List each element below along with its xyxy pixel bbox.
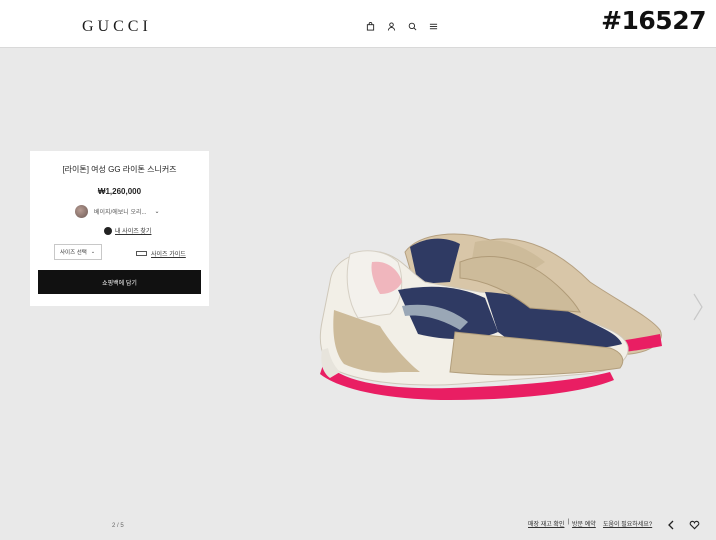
menu-icon[interactable] bbox=[429, 22, 438, 31]
gucci-logo[interactable]: GUCCI bbox=[82, 18, 152, 36]
product-image bbox=[319, 233, 662, 400]
size-guide-link[interactable]: 사이즈 가이드 bbox=[136, 249, 186, 258]
store-stock-link[interactable]: 매장 재고 확인 bbox=[528, 519, 564, 528]
next-image-arrow-icon[interactable] bbox=[692, 292, 704, 322]
help-link[interactable]: 도움이 필요하세요? bbox=[603, 519, 652, 528]
size-select-dropdown[interactable]: 사이즈 선택 ⌄ bbox=[54, 244, 102, 260]
size-select-label: 사이즈 선택 bbox=[60, 250, 87, 256]
chevron-down-icon: ⌄ bbox=[154, 209, 160, 215]
size-finder-link[interactable]: 내 사이즈 찾기 bbox=[104, 226, 151, 235]
color-selector[interactable]: 베이지/에보니 오리... ⌄ bbox=[75, 205, 160, 218]
visit-booking-link[interactable]: 방문 예약 bbox=[572, 519, 596, 528]
color-label: 베이지/에보니 오리... bbox=[94, 210, 147, 216]
product-info-panel: [라이톤] 여성 GG 라이톤 스니커즈 ₩1,260,000 베이지/에보니 … bbox=[30, 151, 209, 306]
color-swatch[interactable] bbox=[75, 205, 88, 218]
chevron-down-icon: ⌄ bbox=[90, 249, 96, 255]
header-nav-icons bbox=[366, 22, 438, 31]
heart-icon[interactable] bbox=[689, 520, 700, 530]
product-title: [라이톤] 여성 GG 라이톤 스니커즈 bbox=[62, 165, 177, 174]
size-guide-label: 사이즈 가이드 bbox=[151, 252, 186, 258]
add-to-cart-button[interactable]: 쇼핑백에 담기 bbox=[38, 270, 201, 294]
product-price: ₩1,260,000 bbox=[97, 187, 142, 196]
image-pager: 2 / 5 bbox=[112, 523, 124, 529]
shopping-bag-icon[interactable] bbox=[366, 22, 375, 31]
user-icon[interactable] bbox=[387, 22, 396, 31]
link-separator: | bbox=[567, 519, 570, 525]
product-code-overlay: #16527 bbox=[601, 6, 706, 35]
size-finder-label: 내 사이즈 찾기 bbox=[115, 229, 152, 235]
search-icon[interactable] bbox=[408, 22, 417, 31]
footer-links: 매장 재고 확인 | 방문 예약 bbox=[528, 519, 596, 528]
ruler-icon bbox=[136, 251, 147, 256]
top-header: GUCCI #16527 bbox=[0, 0, 716, 48]
size-finder-icon bbox=[104, 226, 112, 235]
share-icon[interactable] bbox=[667, 520, 675, 530]
